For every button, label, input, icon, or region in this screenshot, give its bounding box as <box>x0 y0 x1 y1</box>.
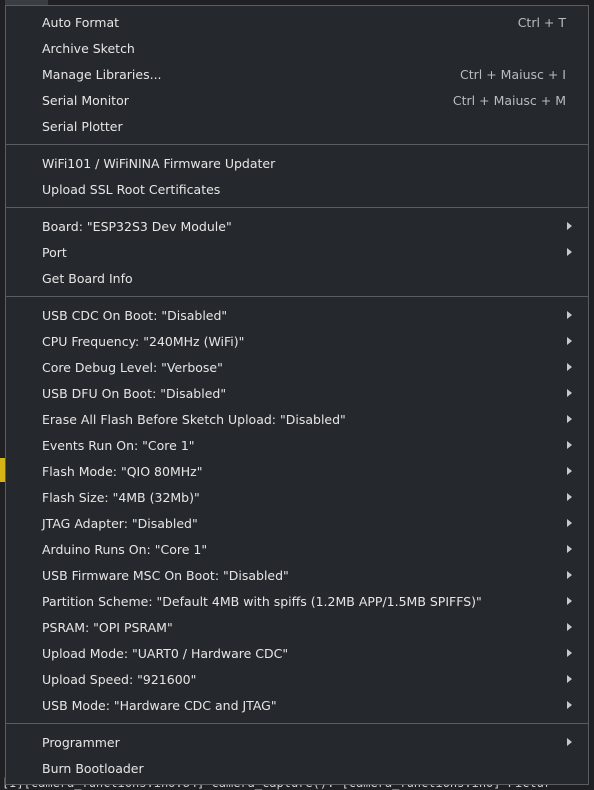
menu-item-label: USB CDC On Boot: "Disabled" <box>42 307 228 323</box>
menu-item-events-run-on-core-1[interactable]: Events Run On: "Core 1" <box>6 432 588 458</box>
menu-item-auto-format[interactable]: Auto Format Ctrl + T <box>6 9 588 35</box>
menu-item-label: USB DFU On Boot: "Disabled" <box>42 385 227 401</box>
menu-item-label: Erase All Flash Before Sketch Upload: "D… <box>42 411 346 427</box>
tools-menu: Auto Format Ctrl + T Archive Sketch Manage … <box>5 5 589 785</box>
submenu-arrow-icon <box>567 519 572 527</box>
menu-item-label: Burn Bootloader <box>42 760 144 776</box>
menu-item-archive-sketch[interactable]: Archive Sketch <box>6 35 588 61</box>
menu-item-erase-all-flash-before-sketch-upload-disabled[interactable]: Erase All Flash Before Sketch Upload: "D… <box>6 406 588 432</box>
menu-item-programmer[interactable]: Programmer <box>6 729 588 755</box>
menu-item-flash-mode-qio-80mhz[interactable]: Flash Mode: "QIO 80MHz" <box>6 458 588 484</box>
submenu-arrow-icon <box>567 738 572 746</box>
menu-item-burn-bootloader[interactable]: Burn Bootloader <box>6 755 588 781</box>
submenu-arrow-icon <box>567 248 572 256</box>
menu-item-usb-cdc-on-boot-disabled[interactable]: USB CDC On Boot: "Disabled" <box>6 302 588 328</box>
submenu-arrow-icon <box>567 363 572 371</box>
shortcut-label: Ctrl + Maiusc + M <box>452 92 566 108</box>
menu-item-label: USB Mode: "Hardware CDC and JTAG" <box>42 697 277 713</box>
menu-item-label: Flash Mode: "QIO 80MHz" <box>42 463 203 479</box>
submenu-arrow-icon <box>567 623 572 631</box>
menu-separator <box>6 207 588 208</box>
menu-item-label: CPU Frequency: "240MHz (WiFi)" <box>42 333 245 349</box>
menu-item-label: Auto Format <box>42 14 120 30</box>
submenu-arrow-icon <box>567 415 572 423</box>
shortcut-label: Ctrl + T <box>517 14 566 30</box>
menu-item-core-debug-level-verbose[interactable]: Core Debug Level: "Verbose" <box>6 354 588 380</box>
menu-item-label: Core Debug Level: "Verbose" <box>42 359 223 375</box>
submenu-arrow-icon <box>567 222 572 230</box>
menu-item-label: JTAG Adapter: "Disabled" <box>42 515 198 531</box>
menu-item-serial-plotter[interactable]: Serial Plotter <box>6 113 588 139</box>
menu-item-usb-dfu-on-boot-disabled[interactable]: USB DFU On Boot: "Disabled" <box>6 380 588 406</box>
menu-item-label: Upload SSL Root Certificates <box>42 181 221 197</box>
submenu-arrow-icon <box>567 493 572 501</box>
menu-item-upload-mode-uart0-hardware-cdc[interactable]: Upload Mode: "UART0 / Hardware CDC" <box>6 640 588 666</box>
menu-item-get-board-info[interactable]: Get Board Info <box>6 265 588 291</box>
menu-separator <box>6 723 588 724</box>
submenu-arrow-icon <box>567 467 572 475</box>
menu-item-label: PSRAM: "OPI PSRAM" <box>42 619 173 635</box>
menu-item-label: Get Board Info <box>42 270 133 286</box>
submenu-arrow-icon <box>567 649 572 657</box>
menu-item-serial-monitor[interactable]: Serial Monitor Ctrl + Maiusc + M <box>6 87 588 113</box>
submenu-arrow-icon <box>567 701 572 709</box>
menu-item-label: Serial Monitor <box>42 92 129 108</box>
menu-item-flash-size-4mb-32mb[interactable]: Flash Size: "4MB (32Mb)" <box>6 484 588 510</box>
menu-item-upload-ssl-root-certificates[interactable]: Upload SSL Root Certificates <box>6 176 588 202</box>
menu-item-label: WiFi101 / WiFiNINA Firmware Updater <box>42 155 276 171</box>
menu-item-usb-mode-hardware-cdc-and-jtag[interactable]: USB Mode: "Hardware CDC and JTAG" <box>6 692 588 718</box>
menu-item-label: Arduino Runs On: "Core 1" <box>42 541 208 557</box>
menu-item-cpu-frequency-240mhz-wifi[interactable]: CPU Frequency: "240MHz (WiFi)" <box>6 328 588 354</box>
submenu-arrow-icon <box>567 311 572 319</box>
shortcut-label: Ctrl + Maiusc + I <box>460 66 566 82</box>
menu-item-jtag-adapter-disabled[interactable]: JTAG Adapter: "Disabled" <box>6 510 588 536</box>
menu-item-label: Port <box>42 244 67 260</box>
menu-item-partition-scheme-default-4mb-with-spiffs-1-2mb-app-1-5mb-spiffs[interactable]: Partition Scheme: "Default 4MB with spif… <box>6 588 588 614</box>
menu-item-label: Events Run On: "Core 1" <box>42 437 195 453</box>
menu-item-arduino-runs-on-core-1[interactable]: Arduino Runs On: "Core 1" <box>6 536 588 562</box>
menu-item-label: Archive Sketch <box>42 40 135 56</box>
menu-item-label: Partition Scheme: "Default 4MB with spif… <box>42 593 482 609</box>
menu-item-board-esp32s3-dev-module[interactable]: Board: "ESP32S3 Dev Module" <box>6 213 588 239</box>
submenu-arrow-icon <box>567 545 572 553</box>
menu-item-label: Serial Plotter <box>42 118 123 134</box>
menu-item-manage-libraries[interactable]: Manage Libraries... Ctrl + Maiusc + I <box>6 61 588 87</box>
submenu-arrow-icon <box>567 675 572 683</box>
menu-item-label: Board: "ESP32S3 Dev Module" <box>42 218 232 234</box>
submenu-arrow-icon <box>567 571 572 579</box>
menu-item-port[interactable]: Port <box>6 239 588 265</box>
menu-item-label: Upload Mode: "UART0 / Hardware CDC" <box>42 645 289 661</box>
menu-separator <box>6 296 588 297</box>
submenu-arrow-icon <box>567 389 572 397</box>
menu-item-upload-speed-921600[interactable]: Upload Speed: "921600" <box>6 666 588 692</box>
menu-item-usb-firmware-msc-on-boot-disabled[interactable]: USB Firmware MSC On Boot: "Disabled" <box>6 562 588 588</box>
menu-item-label: Upload Speed: "921600" <box>42 671 197 687</box>
menu-separator <box>6 144 588 145</box>
menu-item-label: Manage Libraries... <box>42 66 162 82</box>
menu-item-label: USB Firmware MSC On Boot: "Disabled" <box>42 567 289 583</box>
menu-item-wifi101-wifinina-firmware-updater[interactable]: WiFi101 / WiFiNINA Firmware Updater <box>6 150 588 176</box>
submenu-arrow-icon <box>567 337 572 345</box>
menu-item-label: Programmer <box>42 734 120 750</box>
menu-item-label: Flash Size: "4MB (32Mb)" <box>42 489 200 505</box>
menu-item-psram-opi-psram[interactable]: PSRAM: "OPI PSRAM" <box>6 614 588 640</box>
submenu-arrow-icon <box>567 597 572 605</box>
submenu-arrow-icon <box>567 441 572 449</box>
